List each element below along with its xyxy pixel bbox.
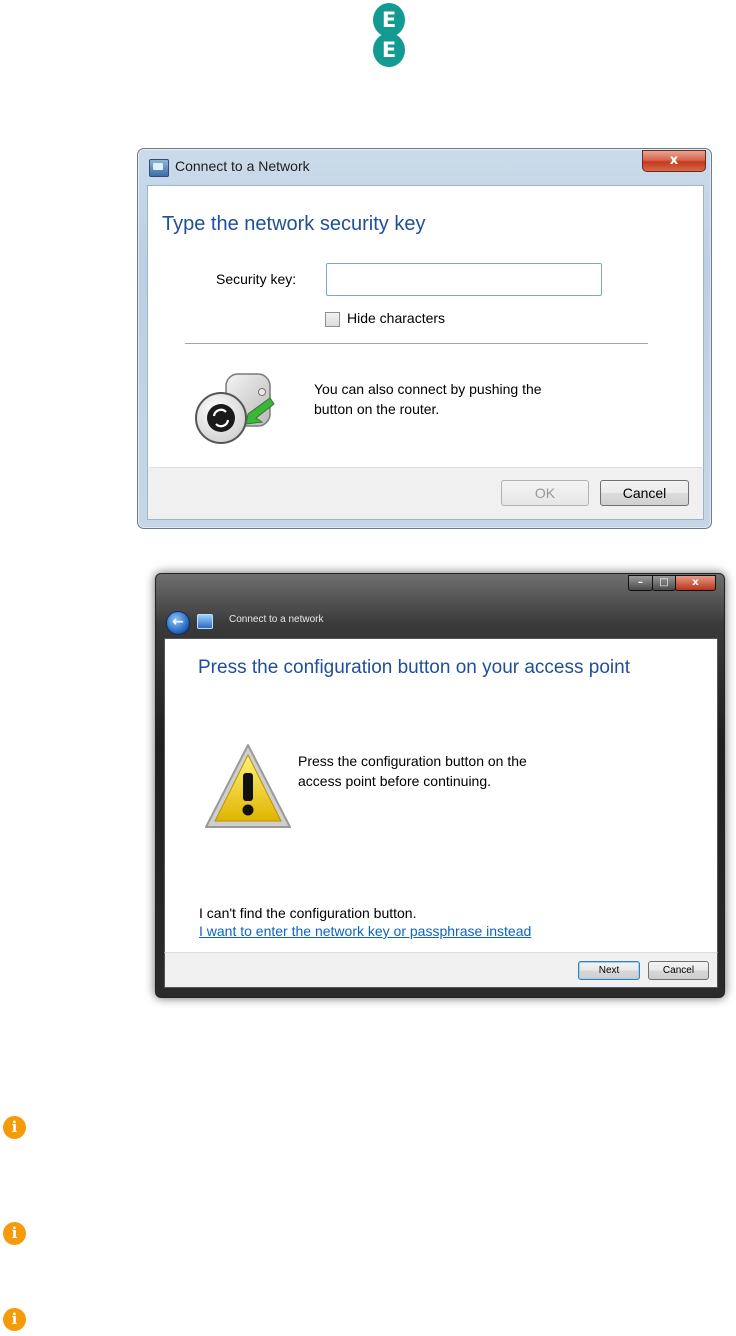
minimize-button[interactable]: – bbox=[628, 575, 653, 591]
logo-top-letter: E bbox=[373, 3, 405, 37]
next-button[interactable]: Next bbox=[578, 961, 640, 980]
dialog-footer: Next Cancel bbox=[164, 952, 718, 988]
wps-text-line2: button on the router. bbox=[314, 401, 440, 417]
info-icon: i bbox=[3, 1116, 26, 1139]
breadcrumb: Connect to a network bbox=[229, 614, 324, 625]
maximize-button[interactable]: □ bbox=[652, 575, 676, 591]
cant-find-text: I can't find the configuration button. bbox=[199, 905, 417, 921]
logo-bottom-letter: E bbox=[373, 33, 405, 67]
info-icon: i bbox=[3, 1308, 26, 1331]
divider bbox=[185, 343, 648, 344]
window-controls: – □ x bbox=[628, 575, 716, 592]
wps-text-line1: You can also connect by pushing the bbox=[314, 381, 542, 397]
back-arrow-icon[interactable]: ← bbox=[166, 611, 190, 635]
network-icon bbox=[197, 614, 213, 629]
info-icon: i bbox=[3, 1222, 26, 1245]
hide-characters-label[interactable]: Hide characters bbox=[347, 310, 445, 326]
title-bar[interactable]: Connect to a Network x bbox=[138, 149, 711, 185]
ee-logo: E E bbox=[373, 3, 405, 67]
message-line1: Press the configuration button on the bbox=[298, 753, 527, 769]
instruction-message: Press the configuration button on the ac… bbox=[298, 751, 598, 791]
network-icon bbox=[149, 159, 169, 177]
security-key-label: Security key: bbox=[216, 271, 297, 287]
ok-button[interactable]: OK bbox=[501, 480, 589, 506]
message-line2: access point before continuing. bbox=[298, 773, 492, 789]
connect-to-network-dialog: Connect to a Network x Type the network … bbox=[137, 148, 712, 529]
security-key-input[interactable] bbox=[326, 263, 602, 296]
close-button[interactable]: x bbox=[675, 575, 716, 591]
dialog-heading: Type the network security key bbox=[162, 213, 426, 235]
cancel-button[interactable]: Cancel bbox=[648, 961, 709, 980]
dialog-heading: Press the configuration button on your a… bbox=[198, 657, 630, 678]
warning-icon bbox=[205, 744, 291, 828]
cancel-button[interactable]: Cancel bbox=[600, 480, 689, 506]
dialog-title: Connect to a Network bbox=[175, 158, 310, 174]
close-button[interactable]: x bbox=[642, 150, 706, 172]
hide-characters-checkbox[interactable] bbox=[325, 312, 340, 327]
enter-key-link[interactable]: I want to enter the network key or passp… bbox=[199, 923, 531, 939]
dialog-content: Press the configuration button on your a… bbox=[164, 638, 718, 954]
wps-instruction: You can also connect by pushing the butt… bbox=[314, 379, 614, 419]
wps-router-icon bbox=[195, 373, 275, 444]
vista-connect-dialog: – □ x ← Connect to a network Press the c… bbox=[155, 573, 725, 998]
dialog-footer: OK Cancel bbox=[147, 467, 704, 520]
dialog-content: Type the network security key Security k… bbox=[147, 185, 704, 469]
